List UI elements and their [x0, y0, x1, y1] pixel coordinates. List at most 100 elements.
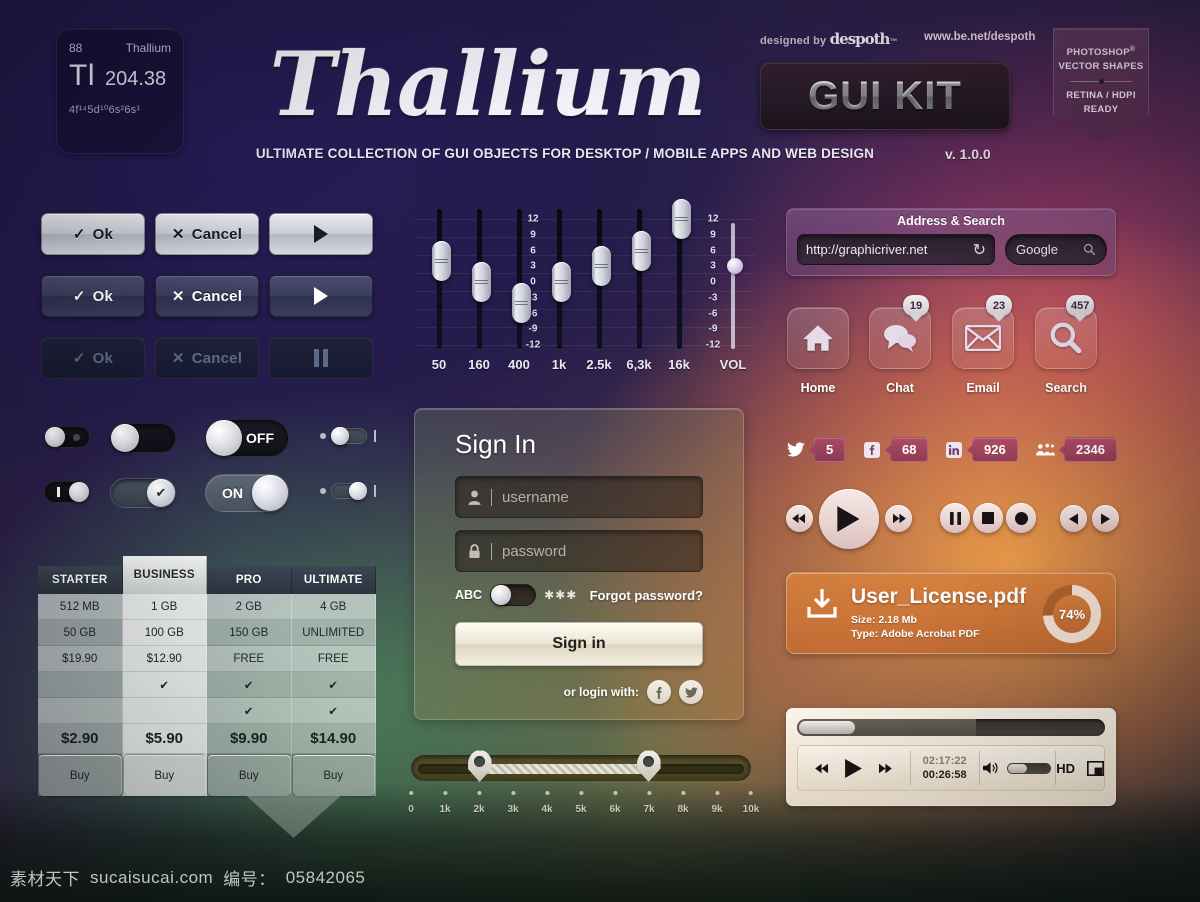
twitter-login-button[interactable] — [679, 680, 703, 704]
social-counter-twitter[interactable]: 5 — [786, 437, 846, 462]
pricing-cell: 2 GB — [207, 594, 292, 620]
pricing-plan-header-starter[interactable]: STARTER — [38, 566, 123, 594]
buy-button-business[interactable]: Buy — [122, 754, 206, 796]
app-icon-email[interactable] — [952, 307, 1014, 369]
toggle-tiny-off[interactable] — [44, 426, 90, 448]
range-tick: 9k — [711, 791, 723, 817]
toggle-mini-off[interactable] — [331, 427, 367, 445]
equalizer-band-handle-1k[interactable] — [552, 262, 571, 302]
portfolio-link[interactable]: www.be.net/despoth — [924, 31, 1035, 43]
buy-button-pro[interactable]: Buy — [207, 754, 291, 796]
range-handle-high[interactable] — [636, 750, 661, 782]
stop-button[interactable] — [973, 503, 1003, 533]
record-button[interactable] — [1006, 503, 1036, 533]
reload-icon[interactable]: ↻ — [973, 240, 986, 260]
pricing-plan-header-pro[interactable]: PRO — [207, 566, 292, 594]
toggle-large-off[interactable]: OFF — [205, 419, 289, 457]
app-icon-home[interactable] — [787, 307, 849, 369]
forward-button[interactable] — [885, 505, 912, 532]
volume-slider-track[interactable] — [731, 223, 735, 349]
range-fill — [483, 764, 647, 774]
cancel-button-dark[interactable]: ✕ Cancel — [155, 275, 259, 317]
designed-by-credit: designed by despoth™ — [760, 30, 898, 48]
social-counter-linkedin[interactable]: 926 — [944, 437, 1018, 462]
next-button[interactable] — [1092, 505, 1119, 532]
toggle-tiny-on[interactable] — [44, 481, 90, 503]
ok-button-light[interactable]: ✓ Ok — [41, 213, 145, 255]
range-handle-low[interactable] — [467, 750, 492, 782]
page-title: Thallium — [269, 32, 707, 136]
check-icon: ✓ — [72, 225, 86, 243]
pricing-cell: $9.90 — [207, 724, 292, 754]
myspace-icon — [1036, 440, 1055, 459]
toggle-mini-dot-left — [320, 488, 326, 494]
video-current-time: 00:26:58 — [922, 769, 967, 781]
play-button-dark[interactable] — [269, 275, 373, 317]
sign-in-title: Sign In — [455, 429, 536, 459]
pricing-plan-header-business[interactable]: BUSINESS — [122, 556, 207, 594]
sign-in-panel: Sign In username password ABC ✱✱✱ Forgot… — [414, 408, 744, 720]
username-field[interactable]: username — [455, 476, 703, 518]
element-name: Thallium — [125, 41, 171, 55]
buy-button-starter[interactable]: Buy — [38, 754, 122, 796]
password-visibility-toggle[interactable] — [490, 584, 537, 606]
watermark: 素材天下 sucaisucai.com 编号： 05842065 — [10, 865, 366, 891]
pricing-cell — [122, 698, 207, 724]
equalizer: 12 12 9 9 6 6 3 3 0 0 -3 -3 -6 -6 -9 -9 -12 -12 50 160 400 1… — [415, 199, 755, 385]
forward-icon[interactable] — [877, 763, 893, 774]
search-engine-input[interactable]: Google — [1005, 234, 1107, 265]
forgot-password-link[interactable]: Forgot password? — [590, 588, 703, 603]
equalizer-band-handle-2.5k[interactable] — [592, 246, 611, 287]
cancel-button-light[interactable]: ✕ Cancel — [155, 213, 259, 255]
volume-slider-handle[interactable] — [727, 257, 743, 274]
linkedin-icon — [944, 440, 963, 459]
social-counter-facebook[interactable]: 68 — [862, 437, 929, 462]
equalizer-band-handle-160[interactable] — [472, 262, 491, 302]
range-tick-dot — [511, 791, 515, 795]
rewind-button[interactable] — [786, 505, 813, 532]
address-search-title: Address & Search — [897, 214, 1005, 228]
buy-button-ultimate[interactable]: Buy — [291, 754, 375, 796]
facebook-login-button[interactable] — [647, 680, 671, 704]
watermark-id: 05842065 — [285, 867, 366, 887]
play-button-light[interactable] — [269, 213, 373, 255]
equalizer-band-handle-50[interactable] — [432, 241, 451, 281]
toggle-medium-off[interactable] — [110, 423, 176, 453]
equalizer-scale-tick: -9 — [708, 323, 718, 335]
sign-in-button[interactable]: Sign in — [455, 622, 703, 666]
pricing-cell: ✔ — [207, 698, 292, 724]
rewind-icon[interactable] — [815, 763, 830, 774]
prev-button[interactable] — [1060, 505, 1087, 532]
hd-toggle[interactable]: HD — [1056, 761, 1075, 776]
equalizer-band-label-16k: 16k — [668, 357, 690, 372]
download-card[interactable]: User_License.pdf Size: 2.18 Mb Type: Ado… — [786, 572, 1116, 654]
volume-slider[interactable] — [1007, 762, 1052, 774]
app-icon-chat[interactable] — [869, 307, 931, 369]
password-field[interactable]: password — [455, 530, 703, 572]
video-volume[interactable] — [980, 746, 1056, 790]
buy-cell: Buy — [291, 754, 376, 796]
toggle-medium-on[interactable]: ✔ — [110, 478, 176, 508]
range-track[interactable] — [411, 750, 751, 782]
app-icon-search[interactable] — [1035, 307, 1097, 369]
equalizer-band-track-400[interactable] — [517, 209, 522, 349]
ok-button-dark[interactable]: ✓ Ok — [41, 275, 145, 317]
pricing-header-row: STARTER BUSINESS PRO ULTIMATE — [38, 556, 376, 594]
video-played-handle[interactable] — [799, 721, 855, 734]
fullscreen-icon[interactable] — [1087, 760, 1105, 776]
toggle-mini-on[interactable] — [331, 482, 367, 500]
video-progress-bar[interactable] — [797, 719, 1105, 736]
periodic-element-card: 88 Thallium Tl 204.38 4f¹⁴5d¹⁰6s²6s¹ — [56, 28, 184, 154]
social-counter-myspace[interactable]: 2346 — [1036, 437, 1117, 462]
equalizer-band-handle-6,3k[interactable] — [632, 230, 651, 271]
play-icon[interactable] — [844, 758, 863, 779]
pause-button[interactable] — [940, 503, 970, 533]
toggle-large-on[interactable]: ON — [205, 474, 289, 512]
pricing-plan-header-ultimate[interactable]: ULTIMATE — [291, 566, 376, 594]
volume-icon[interactable] — [983, 761, 999, 775]
play-button-large[interactable] — [819, 489, 879, 549]
equalizer-band-handle-16k[interactable] — [672, 199, 691, 239]
url-input[interactable]: http://graphicriver.net ↻ — [797, 234, 995, 265]
equalizer-band-label-50: 50 — [431, 357, 447, 372]
equalizer-band-handle-400[interactable] — [512, 283, 531, 323]
